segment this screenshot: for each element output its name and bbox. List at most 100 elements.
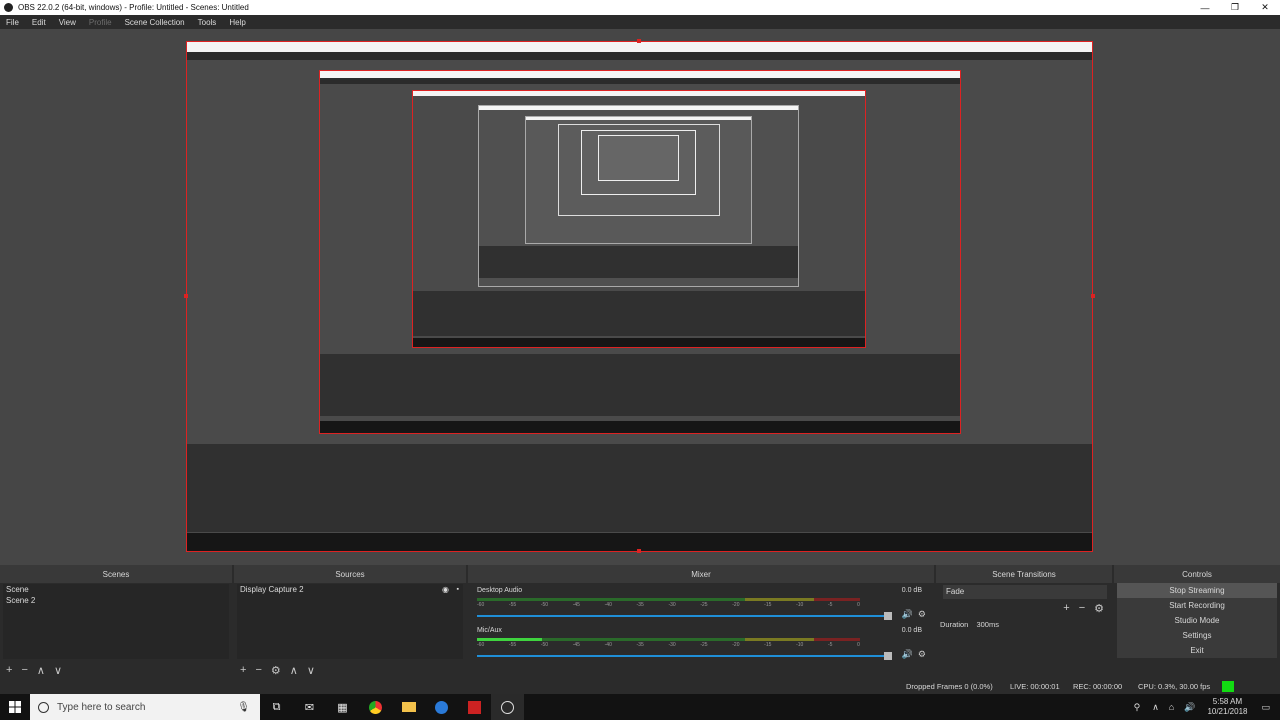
move-down-icon[interactable]: ∨ bbox=[54, 664, 62, 677]
chevron-up-icon[interactable]: ∧ bbox=[1152, 702, 1159, 713]
menu-edit[interactable]: Edit bbox=[32, 18, 46, 27]
speaker-icon[interactable]: 🔊 bbox=[902, 609, 913, 620]
channel-name: Mic/Aux bbox=[477, 627, 502, 634]
remove-scene-icon[interactable]: − bbox=[21, 664, 27, 676]
start-recording-button[interactable]: Start Recording bbox=[1117, 598, 1277, 613]
mixer-title: Mixer bbox=[468, 565, 934, 583]
dropped-frames: Dropped Frames 0 (0.0%) bbox=[906, 682, 993, 691]
lock-icon[interactable]: ▪ bbox=[457, 584, 459, 595]
volume-icon[interactable]: 🔊 bbox=[1184, 702, 1195, 713]
gear-icon[interactable]: ⚙ bbox=[1094, 602, 1104, 615]
blue-app-icon[interactable] bbox=[425, 694, 458, 720]
scale-tick: 0 bbox=[857, 602, 860, 608]
volume-slider[interactable] bbox=[477, 612, 892, 620]
channel-db: 0.0 dB bbox=[901, 627, 922, 634]
menu-view[interactable]: View bbox=[59, 18, 76, 27]
add-source-icon[interactable]: + bbox=[240, 664, 246, 676]
clock[interactable]: 5:58 AM 10/21/2018 bbox=[1207, 697, 1247, 717]
resize-handle-left[interactable] bbox=[184, 294, 188, 298]
scale-tick: -10 bbox=[796, 602, 804, 608]
exit-button[interactable]: Exit bbox=[1117, 643, 1277, 658]
menu-tools[interactable]: Tools bbox=[198, 18, 217, 27]
taskbar-search[interactable]: Type here to search 🎙 bbox=[30, 694, 260, 720]
scale-tick: -20 bbox=[732, 642, 740, 648]
menu-bar: File Edit View Profile Scene Collection … bbox=[0, 15, 1280, 29]
scale-tick: -30 bbox=[668, 602, 676, 608]
window-controls: — ❐ ✕ bbox=[1190, 0, 1280, 15]
windows-start-icon[interactable] bbox=[0, 694, 30, 720]
source-item[interactable]: Display Capture 2 ◉ ▪ bbox=[237, 584, 463, 595]
scenes-list: Scene Scene 2 bbox=[3, 584, 229, 659]
remove-source-icon[interactable]: − bbox=[255, 664, 261, 676]
status-bar: Dropped Frames 0 (0.0%) LIVE: 00:00:01 R… bbox=[0, 680, 1280, 694]
resize-handle-bottom[interactable] bbox=[637, 549, 641, 553]
scale-tick: 0 bbox=[857, 642, 860, 648]
mixer-dock: Mixer Desktop Audio 0.0 dB -60 -55 -50 -45-… bbox=[468, 565, 934, 677]
scale-tick: -50 bbox=[540, 602, 549, 608]
nested-preview-2 bbox=[319, 70, 961, 434]
duration-input[interactable]: 300ms bbox=[976, 620, 999, 629]
settings-button[interactable]: Settings bbox=[1117, 628, 1277, 643]
resize-handle-right[interactable] bbox=[1091, 294, 1095, 298]
window-titlebar: OBS 22.0.2 (64-bit, windows) - Profile: … bbox=[0, 0, 1280, 15]
gear-icon[interactable]: ⚙ bbox=[271, 664, 281, 677]
scale-tick: -55 bbox=[508, 602, 517, 608]
scene-item[interactable]: Scene 2 bbox=[3, 595, 229, 606]
mail-icon[interactable]: ✉ bbox=[293, 694, 326, 720]
add-scene-icon[interactable]: + bbox=[6, 664, 12, 676]
slider-handle[interactable] bbox=[884, 652, 892, 660]
preview-canvas[interactable] bbox=[0, 29, 1280, 565]
transition-select[interactable]: Fade bbox=[943, 585, 1107, 599]
snipping-tool-icon[interactable] bbox=[458, 694, 491, 720]
chrome-icon[interactable] bbox=[359, 694, 392, 720]
menu-scene-collection[interactable]: Scene Collection bbox=[125, 18, 185, 27]
people-icon[interactable]: ⚲ bbox=[1134, 702, 1141, 713]
maximize-button[interactable]: ❐ bbox=[1220, 0, 1250, 15]
scale-tick: -60 bbox=[477, 642, 485, 648]
volume-slider[interactable] bbox=[477, 652, 892, 660]
scale-tick: -40 bbox=[604, 642, 612, 648]
scene-item[interactable]: Scene bbox=[3, 584, 229, 595]
gear-icon[interactable]: ⚙ bbox=[918, 649, 926, 660]
slider-handle[interactable] bbox=[884, 612, 892, 620]
menu-profile[interactable]: Profile bbox=[89, 18, 112, 27]
studio-mode-button[interactable]: Studio Mode bbox=[1117, 613, 1277, 628]
menu-help[interactable]: Help bbox=[229, 18, 245, 27]
network-icon[interactable]: ⌂ bbox=[1169, 702, 1174, 712]
transition-toolbar: + − ⚙ bbox=[1063, 602, 1104, 615]
move-down-icon[interactable]: ∨ bbox=[307, 664, 315, 677]
gear-icon[interactable]: ⚙ bbox=[918, 609, 926, 620]
nested-preview-7 bbox=[581, 130, 696, 195]
speaker-icon[interactable]: 🔊 bbox=[902, 649, 913, 660]
eye-icon[interactable]: ◉ bbox=[442, 584, 449, 595]
nested-docks-4 bbox=[479, 246, 798, 278]
nested-preview-6 bbox=[558, 124, 720, 216]
close-button[interactable]: ✕ bbox=[1250, 0, 1280, 15]
minimize-button[interactable]: — bbox=[1190, 0, 1220, 15]
microphone-icon[interactable]: 🎙 bbox=[237, 702, 250, 713]
source-item-label: Display Capture 2 bbox=[240, 585, 304, 594]
volume-meter bbox=[477, 638, 860, 641]
add-transition-icon[interactable]: + bbox=[1063, 602, 1069, 615]
notifications-icon[interactable]: ▭ bbox=[1261, 702, 1270, 713]
move-up-icon[interactable]: ∧ bbox=[37, 664, 45, 677]
move-up-icon[interactable]: ∧ bbox=[290, 664, 298, 677]
task-view-icon[interactable]: ⧉ bbox=[260, 694, 293, 720]
stop-streaming-button[interactable]: Stop Streaming bbox=[1117, 583, 1277, 598]
scale-tick: -25 bbox=[700, 642, 708, 648]
resize-handle-top[interactable] bbox=[637, 39, 641, 43]
calculator-icon[interactable]: ▦ bbox=[326, 694, 359, 720]
nested-titlebar-5 bbox=[526, 117, 751, 120]
remove-transition-icon[interactable]: − bbox=[1079, 602, 1085, 615]
scale-tick: -45 bbox=[572, 602, 580, 608]
nested-titlebar-2 bbox=[320, 71, 960, 78]
scale-tick: -30 bbox=[668, 642, 676, 648]
obs-icon[interactable] bbox=[491, 694, 524, 720]
scale-tick: -5 bbox=[827, 642, 833, 648]
menu-file[interactable]: File bbox=[6, 18, 19, 27]
sources-title: Sources bbox=[234, 565, 466, 583]
stream-status-indicator bbox=[1222, 681, 1234, 692]
controls-title: Controls bbox=[1114, 565, 1280, 583]
file-explorer-icon[interactable] bbox=[392, 694, 425, 720]
display-capture-preview bbox=[186, 41, 1093, 552]
